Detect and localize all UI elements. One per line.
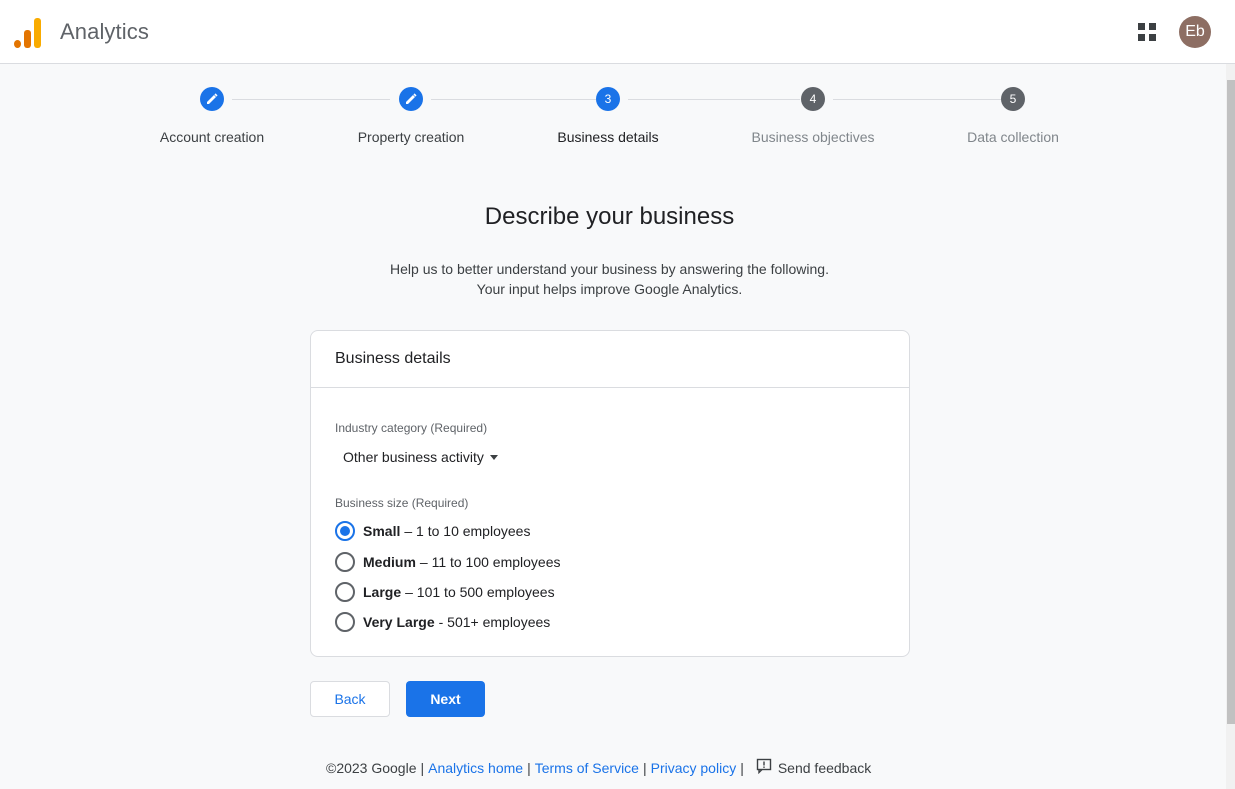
dropdown-caret-icon <box>489 454 498 460</box>
business-details-card: Business details Industry category (Requ… <box>310 330 910 657</box>
account-avatar[interactable]: Eb <box>1179 16 1211 48</box>
industry-category-dropdown[interactable]: Other business activity <box>343 449 498 465</box>
radio-option-medium[interactable]: Medium – 11 to 100 employees <box>335 551 561 573</box>
logo-bar-tall <box>34 18 41 48</box>
radio-option-very-large[interactable]: Very Large - 501+ employees <box>335 611 550 633</box>
step-3-number: 3 <box>596 87 620 111</box>
next-button[interactable]: Next <box>406 681 485 717</box>
description-line-1: Help us to better understand your busine… <box>390 261 829 277</box>
feedback-icon[interactable] <box>756 758 772 777</box>
step-label-business-objectives: Business objectives <box>751 129 875 145</box>
apps-grid-icon[interactable] <box>1137 22 1157 42</box>
card-title: Business details <box>311 331 909 388</box>
radio-option-name: Small <box>363 523 401 539</box>
logo-dot <box>14 40 21 48</box>
back-button[interactable]: Back <box>310 681 390 717</box>
radio-option-small[interactable]: Small – 1 to 10 employees <box>335 520 530 542</box>
radio-checked-icon[interactable] <box>335 521 355 541</box>
analytics-home-link[interactable]: Analytics home <box>428 760 523 776</box>
privacy-policy-link[interactable]: Privacy policy <box>651 760 737 776</box>
scrollbar-thumb[interactable] <box>1227 80 1235 724</box>
footer-separator: | <box>527 759 531 776</box>
radio-option-name: Large <box>363 584 402 600</box>
step-connector <box>232 99 390 100</box>
footer-separator: | <box>642 759 647 776</box>
step-5-number: 5 <box>1001 87 1025 111</box>
radio-option-detail: – 1 to 10 employees <box>404 523 531 539</box>
radio-option-detail: – 101 to 500 employees <box>405 584 555 600</box>
radio-option-large[interactable]: Large – 101 to 500 employees <box>335 581 555 603</box>
footer-separator: | <box>420 759 425 776</box>
step-label-account-creation[interactable]: Account creation <box>160 129 264 145</box>
terms-of-service-link[interactable]: Terms of Service <box>535 760 639 776</box>
logo-bar-medium <box>24 30 31 48</box>
footer-copyright: ©2023 Google <box>326 759 417 776</box>
radio-option-detail: - 501+ employees <box>438 614 551 630</box>
send-feedback-link[interactable]: Send feedback <box>778 760 871 776</box>
industry-category-value: Other business activity <box>343 449 484 465</box>
footer: ©2023 Google | Analytics home | Terms of… <box>326 758 871 777</box>
footer-separator: | <box>740 759 744 776</box>
radio-unchecked-icon[interactable] <box>335 582 355 602</box>
step-connector <box>833 99 1001 100</box>
page-title: Describe your business <box>484 203 735 230</box>
business-size-label: Business size (Required) <box>335 496 469 510</box>
step-label-business-details: Business details <box>557 129 659 145</box>
radio-option-detail: – 11 to 100 employees <box>419 554 561 570</box>
step-4-number: 4 <box>801 87 825 111</box>
step-connector <box>431 99 596 100</box>
step-label-data-collection: Data collection <box>967 129 1059 145</box>
page-description: Help us to better understand your busine… <box>0 259 1219 299</box>
radio-option-name: Medium <box>363 554 416 570</box>
radio-unchecked-icon[interactable] <box>335 612 355 632</box>
analytics-logo-icon[interactable] <box>14 16 42 48</box>
top-app-bar: Analytics Eb <box>0 0 1235 64</box>
radio-option-name: Very Large <box>363 614 435 630</box>
step-connector <box>628 99 800 100</box>
step-2-edit-icon[interactable] <box>399 87 423 111</box>
industry-category-label: Industry category (Required) <box>335 421 488 435</box>
step-label-property-creation[interactable]: Property creation <box>358 129 465 145</box>
step-1-edit-icon[interactable] <box>200 87 224 111</box>
description-line-2: Your input helps improve Google Analytic… <box>476 281 743 297</box>
app-title[interactable]: Analytics <box>60 19 149 45</box>
radio-unchecked-icon[interactable] <box>335 552 355 572</box>
